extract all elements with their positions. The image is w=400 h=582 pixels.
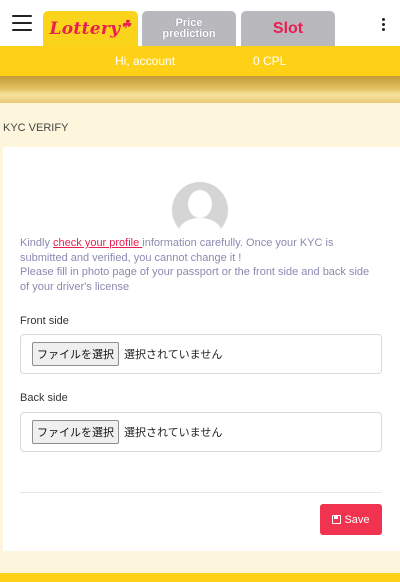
clover-icon: ☘: [121, 18, 132, 31]
more-options-icon[interactable]: [382, 18, 386, 33]
top-navigation: Lottery ☘ Price prediction Slot: [0, 0, 400, 46]
divider: [20, 492, 382, 493]
back-side-label: Back side: [20, 392, 68, 404]
front-side-choose-file-button[interactable]: ファイルを選択: [32, 342, 119, 366]
tab-price-prediction[interactable]: Price prediction: [142, 11, 236, 46]
tab-slot[interactable]: Slot: [241, 11, 335, 46]
tab-price-prediction-label-line2: prediction: [162, 28, 216, 40]
page-title: KYC VERIFY: [3, 122, 69, 134]
account-balance: 0 CPL: [253, 54, 287, 68]
account-greeting: Hi, account: [115, 54, 176, 68]
front-side-label: Front side: [20, 315, 69, 327]
front-side-file-status: 選択されていません: [124, 348, 223, 361]
gold-banner: [0, 76, 400, 103]
save-button-label: Save: [344, 513, 370, 526]
account-bar: Hi, account 0 CPL: [0, 46, 400, 76]
back-side-choose-file-button[interactable]: ファイルを選択: [32, 420, 119, 444]
check-profile-link[interactable]: check your profile: [53, 237, 142, 249]
front-side-file-input[interactable]: ファイルを選択 選択されていません: [20, 334, 382, 374]
tab-slot-label: Slot: [272, 19, 304, 37]
hamburger-menu-icon[interactable]: [12, 15, 32, 31]
instructions-line2: Please fill in photo page of your passpo…: [20, 266, 370, 293]
avatar-placeholder-icon: [172, 182, 228, 238]
tab-lottery[interactable]: Lottery ☘: [43, 11, 138, 46]
kyc-instructions: Kindly check your profile information ca…: [20, 236, 380, 294]
bottom-bar: [0, 573, 400, 582]
tab-lottery-label: Lottery: [49, 18, 121, 39]
instructions-prefix: Kindly: [20, 237, 54, 249]
save-button[interactable]: Save: [320, 504, 382, 535]
back-side-file-status: 選択されていません: [124, 426, 223, 439]
floppy-disk-icon: [332, 515, 342, 524]
back-side-file-input[interactable]: ファイルを選択 選択されていません: [20, 412, 382, 452]
